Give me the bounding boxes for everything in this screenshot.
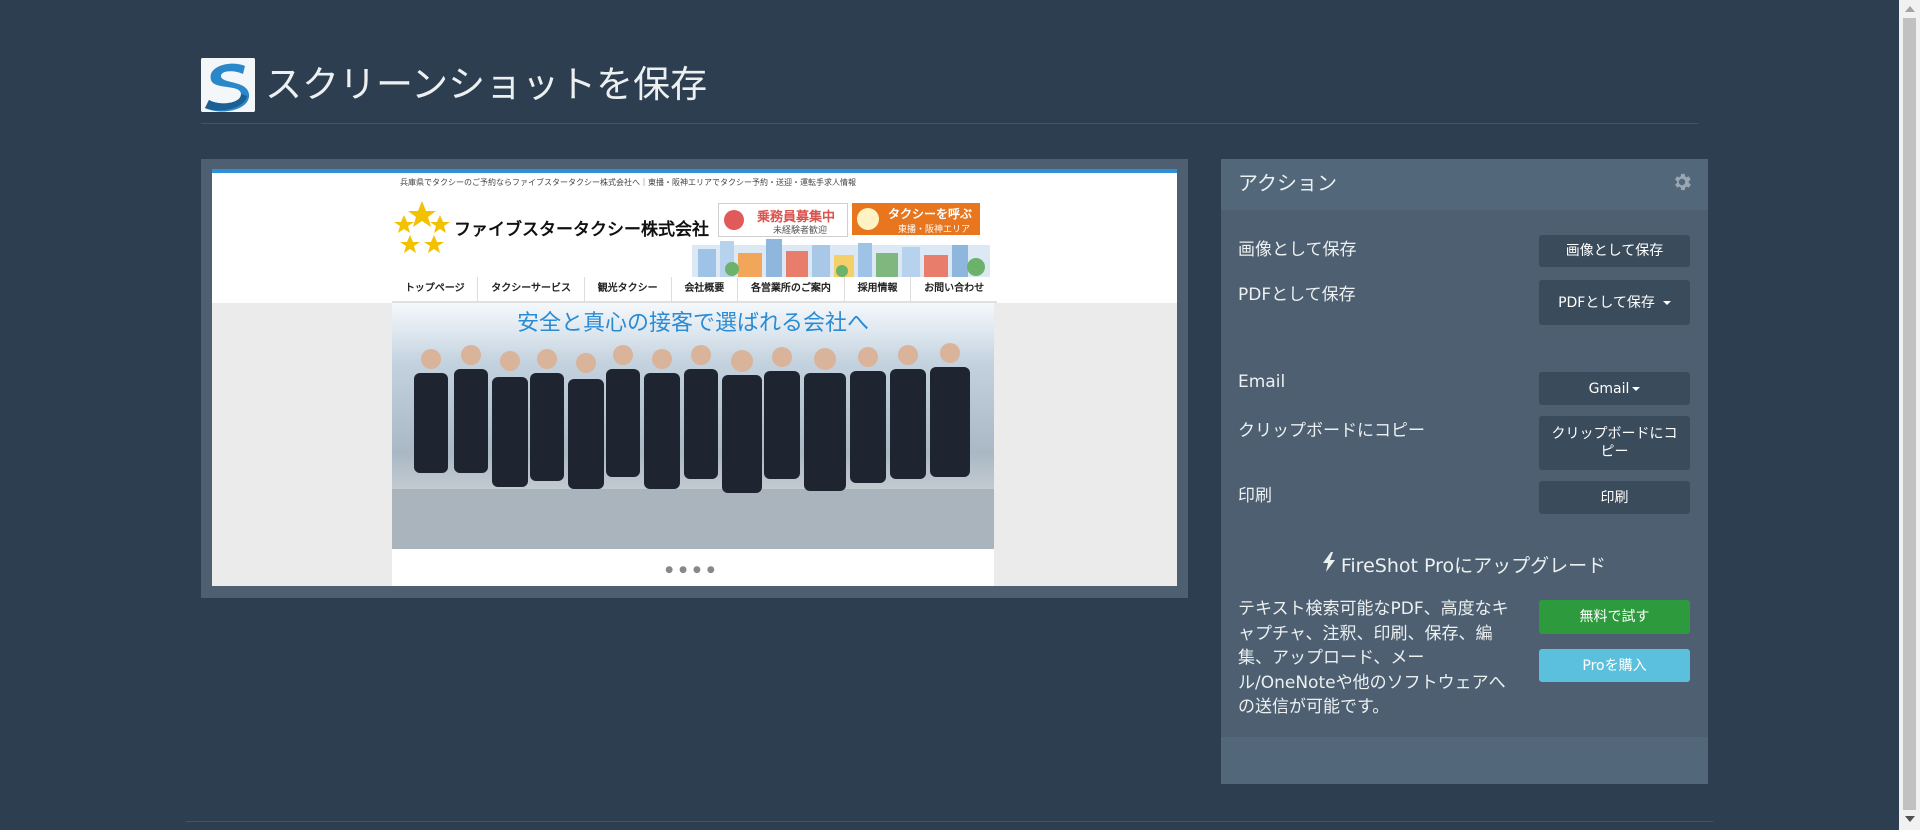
actions-panel-footer	[1221, 737, 1708, 784]
scroll-up-arrow-icon[interactable]	[1905, 6, 1915, 12]
gear-icon[interactable]	[1671, 171, 1693, 193]
try-free-button-label: 無料で試す	[1579, 609, 1650, 625]
staff-group-photo	[392, 343, 994, 549]
slider-dots: ●●●●	[665, 565, 721, 575]
actions-panel-header: アクション	[1221, 159, 1708, 210]
scroll-down-arrow-icon[interactable]	[1905, 816, 1915, 822]
cityscape-illustration	[692, 239, 990, 277]
copy-clipboard-button[interactable]: クリップボードにコピー	[1539, 416, 1690, 470]
chevron-down-icon	[1662, 300, 1671, 305]
chevron-down-icon	[1632, 386, 1641, 391]
scrollbar-thumb[interactable]	[1903, 18, 1916, 810]
upgrade-heading: FireShot Proにアップグレード	[1221, 551, 1708, 578]
actions-panel: アクション 画像として保存 画像として保存 PDFとして保存 PDFとして保存 …	[1221, 159, 1708, 784]
upgrade-description: テキスト検索可能なPDF、高度なキャプチャ、注釈、印刷、保存、編集、アップロード…	[1238, 599, 1509, 717]
site-tagline: 兵庫県でタクシーのご予約ならファイブスタータクシー株式会社へ｜東播・阪神エリアで…	[400, 178, 856, 187]
site-nav-item: トップページ	[392, 277, 479, 301]
bolt-icon	[1322, 552, 1335, 572]
save-image-label: 画像として保存	[1238, 240, 1357, 260]
print-button[interactable]: 印刷	[1539, 481, 1690, 514]
slider-dots-area: ●●●●	[392, 549, 994, 586]
call-taxi-badge-sub: 東播・阪神エリア	[898, 225, 971, 235]
copy-clipboard-button-label: クリップボードにコピー	[1551, 426, 1678, 460]
buy-pro-button-label: Proを購入	[1582, 657, 1647, 674]
stars-icon	[394, 201, 450, 253]
hero-image: 安全と真心の接客で選ばれる会社へ	[392, 303, 994, 549]
taxi-icon	[857, 208, 879, 230]
upgrade-title: FireShot Proにアップグレード	[1340, 555, 1607, 577]
recruit-badge: 乗務員募集中 未経験者歓迎	[718, 203, 848, 237]
scrollbar[interactable]	[1899, 0, 1920, 830]
site-nav-item: 採用情報	[845, 277, 912, 301]
divider	[186, 821, 1713, 822]
fireshot-logo-icon	[201, 58, 255, 112]
gmail-button-label: Gmail	[1588, 380, 1630, 397]
save-image-button[interactable]: 画像として保存	[1539, 235, 1690, 267]
save-image-button-label: 画像として保存	[1565, 243, 1664, 259]
screenshot-preview: 兵庫県でタクシーのご予約ならファイブスタータクシー株式会社へ｜東播・阪神エリアで…	[201, 159, 1188, 598]
actions-title: アクション	[1238, 171, 1337, 195]
page-header: スクリーンショットを保存	[201, 58, 1698, 124]
try-free-button[interactable]: 無料で試す	[1539, 600, 1690, 634]
site-nav-item: タクシーサービス	[478, 277, 585, 301]
clipboard-label: クリップボードにコピー	[1238, 421, 1425, 441]
gmail-button[interactable]: Gmail	[1539, 372, 1690, 405]
call-taxi-badge: タクシーを呼ぶ 東播・阪神エリア	[852, 203, 980, 235]
site-nav-item: 会社概要	[672, 277, 739, 301]
print-label: 印刷	[1238, 486, 1272, 506]
page-title: スクリーンショットを保存	[265, 63, 708, 106]
site-company-name: ファイブスタータクシー株式会社	[454, 220, 709, 240]
captured-page-thumbnail: 兵庫県でタクシーのご予約ならファイブスタータクシー株式会社へ｜東播・阪神エリアで…	[212, 169, 1177, 586]
hero-slogan: 安全と真心の接客で選ばれる会社へ	[516, 311, 869, 336]
site-navigation: トップページ タクシーサービス 観光タクシー 会社概要 各営業所のご案内 採用情…	[392, 277, 997, 303]
site-logo: ファイブスタータクシー株式会社	[392, 199, 709, 255]
email-label: Email	[1238, 372, 1286, 392]
save-pdf-label: PDFとして保存	[1238, 285, 1356, 305]
save-pdf-button[interactable]: PDFとして保存	[1539, 280, 1690, 325]
print-button-label: 印刷	[1600, 489, 1629, 506]
save-pdf-button-label: PDFとして保存	[1558, 294, 1655, 311]
site-nav-item: 観光タクシー	[585, 277, 672, 301]
site-nav-item: 各営業所のご案内	[738, 277, 845, 301]
site-nav-item: お問い合わせ	[924, 283, 985, 294]
search-person-icon	[724, 210, 744, 230]
call-taxi-badge-title: タクシーを呼ぶ	[888, 207, 973, 221]
buy-pro-button[interactable]: Proを購入	[1539, 649, 1690, 682]
